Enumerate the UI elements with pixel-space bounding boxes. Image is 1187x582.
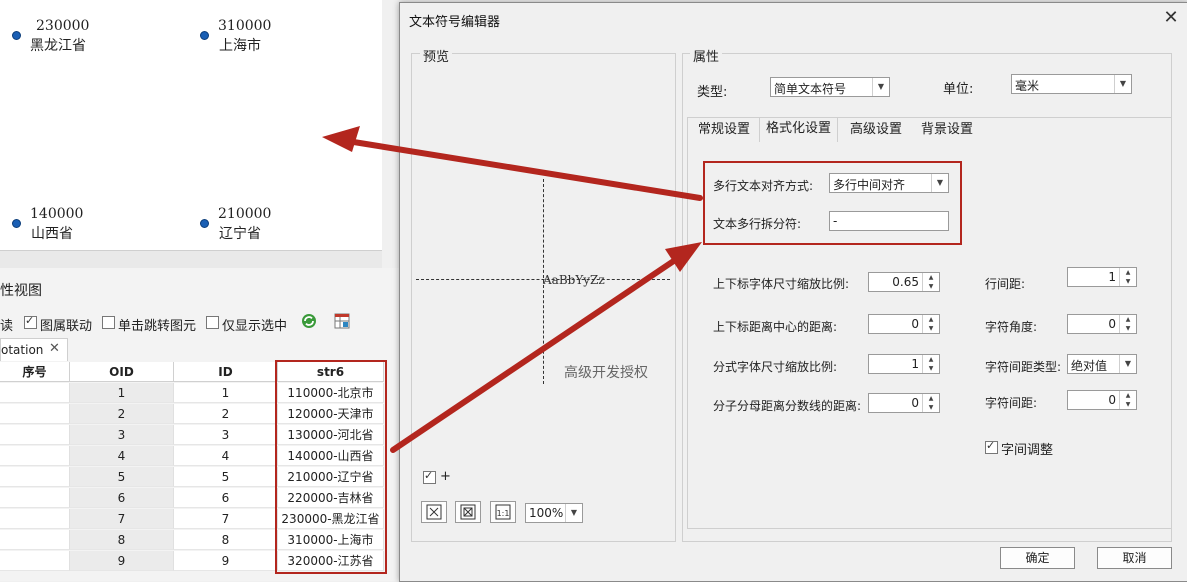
arrow-head-settings	[665, 242, 702, 272]
arrow-to-settings	[390, 247, 693, 453]
arrow-to-map	[332, 136, 703, 201]
annotation-arrows	[322, 126, 703, 453]
arrow-head-map	[322, 126, 360, 152]
